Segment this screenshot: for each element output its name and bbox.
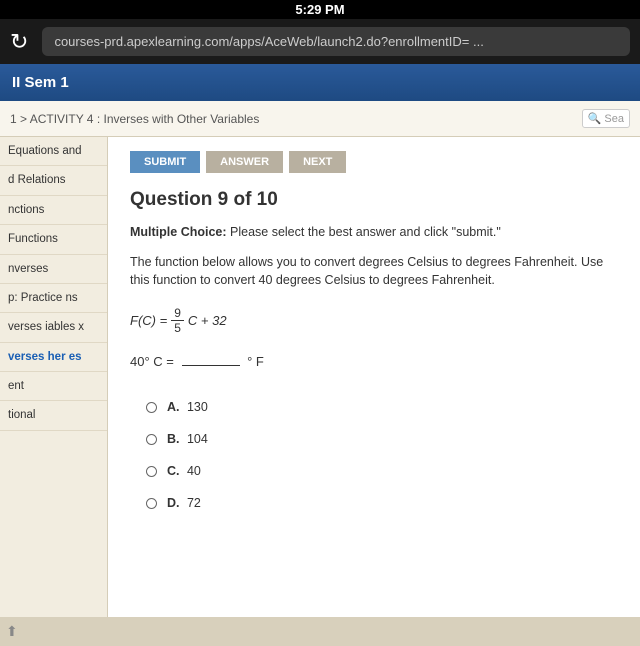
conversion-prompt: 40° C = ° F (130, 354, 618, 369)
mc-label-bold: Multiple Choice: (130, 225, 227, 239)
sidebar-item[interactable]: verses her es (0, 343, 107, 372)
option-row[interactable]: A. 130 (130, 391, 618, 423)
conversion-lhs: 40° C = (130, 354, 174, 369)
option-label: D. 72 (167, 496, 201, 510)
mc-label-rest: Please select the best answer and click … (227, 225, 501, 239)
course-header: II Sem 1 (0, 64, 640, 101)
main-area: Equations andd RelationsnctionsFunctions… (0, 137, 640, 617)
page-container: 1 > ACTIVITY 4 : Inverses with Other Var… (0, 101, 640, 646)
radio-icon[interactable] (146, 402, 157, 413)
breadcrumb-bar: 1 > ACTIVITY 4 : Inverses with Other Var… (0, 101, 640, 137)
sidebar: Equations andd RelationsnctionsFunctions… (0, 137, 108, 617)
option-label: A. 130 (167, 400, 208, 414)
sidebar-item[interactable]: verses iables x (0, 313, 107, 342)
sidebar-item[interactable]: ent (0, 372, 107, 401)
fraction: 9 5 (171, 307, 184, 334)
url-bar[interactable]: courses-prd.apexlearning.com/apps/AceWeb… (42, 27, 630, 56)
fraction-denominator: 5 (174, 321, 181, 334)
clock: 5:29 PM (295, 2, 344, 17)
sidebar-item[interactable]: Functions (0, 225, 107, 254)
question-body: The function below allows you to convert… (130, 253, 618, 289)
formula: F(C) = 9 5 C + 32 (130, 307, 618, 334)
sidebar-item[interactable]: Equations and (0, 137, 107, 166)
footer-bar: ⬆ (0, 617, 640, 646)
next-button[interactable]: NEXT (289, 151, 346, 173)
fraction-numerator: 9 (171, 307, 184, 321)
option-row[interactable]: C. 40 (130, 455, 618, 487)
options-list: A. 130 B. 104 C. 40 D. 72 (130, 391, 618, 519)
radio-icon[interactable] (146, 498, 157, 509)
search-icon: 🔍 (588, 112, 602, 125)
question-title: Question 9 of 10 (130, 189, 618, 211)
sidebar-item[interactable]: nctions (0, 196, 107, 225)
sidebar-item[interactable]: d Relations (0, 166, 107, 195)
reload-icon[interactable]: ↻ (10, 29, 28, 55)
browser-bar: ↻ courses-prd.apexlearning.com/apps/AceW… (0, 19, 640, 64)
submit-button[interactable]: SUBMIT (130, 151, 200, 173)
formula-rhs: C + 32 (188, 313, 227, 328)
option-row[interactable]: B. 104 (130, 423, 618, 455)
formula-lhs: F(C) = (130, 313, 167, 328)
option-label: B. 104 (167, 432, 208, 446)
up-arrow-icon[interactable]: ⬆ (6, 623, 18, 639)
multiple-choice-instruction: Multiple Choice: Please select the best … (130, 225, 618, 239)
sidebar-item[interactable]: nverses (0, 255, 107, 284)
option-row[interactable]: D. 72 (130, 487, 618, 519)
action-buttons: SUBMIT ANSWER NEXT (130, 151, 618, 173)
answer-button[interactable]: ANSWER (206, 151, 283, 173)
breadcrumb[interactable]: 1 > ACTIVITY 4 : Inverses with Other Var… (10, 112, 259, 126)
option-label: C. 40 (167, 464, 201, 478)
radio-icon[interactable] (146, 434, 157, 445)
content-pane: SUBMIT ANSWER NEXT Question 9 of 10 Mult… (108, 137, 640, 617)
sidebar-item[interactable]: p: Practice ns (0, 284, 107, 313)
search-placeholder: Sea (604, 113, 624, 125)
course-title: II Sem 1 (12, 74, 69, 91)
sidebar-item[interactable]: tional (0, 401, 107, 430)
search-box[interactable]: 🔍 Sea (582, 109, 630, 128)
status-bar: 5:29 PM (0, 0, 640, 19)
conversion-unit: ° F (247, 354, 264, 369)
radio-icon[interactable] (146, 466, 157, 477)
answer-blank (182, 365, 240, 366)
